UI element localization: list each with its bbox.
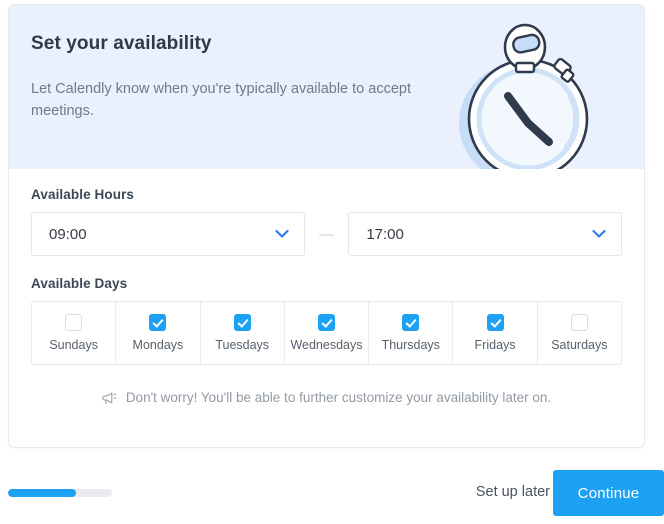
onboarding-progress-fill	[8, 489, 76, 497]
footer: Set up later Continue	[0, 462, 664, 524]
availability-onboarding-screen: Set your availability Let Calendly know …	[0, 0, 664, 524]
day-cell-tuesdays[interactable]: Tuesdays	[200, 302, 285, 364]
available-days-label: Available Days	[31, 276, 128, 291]
day-label-mondays: Mondays	[132, 338, 184, 353]
continue-button[interactable]: Continue	[553, 470, 664, 516]
page-title: Set your availability	[31, 33, 212, 54]
day-cell-thursdays[interactable]: Thursdays	[369, 302, 454, 364]
day-checkbox-wednesdays[interactable]	[317, 314, 335, 332]
chevron-down-icon	[592, 229, 606, 239]
available-hours-label: Available Hours	[31, 187, 135, 202]
available-hours-row: 09:00 — 17:00	[31, 212, 622, 256]
card-body: Available Hours 09:00 — 17:00 Available …	[9, 169, 644, 405]
header-text-block: Set your availability Let Calendly know …	[31, 33, 451, 122]
day-checkbox-thursdays[interactable]	[402, 314, 420, 332]
day-label-wednesdays: Wednesdays	[290, 338, 363, 353]
day-label-saturdays: Saturdays	[551, 338, 608, 353]
megaphone-icon	[102, 391, 117, 405]
day-cell-sundays[interactable]: Sundays	[32, 302, 117, 364]
day-checkbox-tuesdays[interactable]	[233, 314, 251, 332]
end-time-select[interactable]: 17:00	[348, 212, 622, 256]
day-cell-fridays[interactable]: Fridays	[453, 302, 538, 364]
onboarding-progress-bar	[8, 489, 112, 497]
availability-card: Set your availability Let Calendly know …	[8, 4, 645, 448]
available-days-row: Sundays Mondays Tuesdays Wednesdays Thur…	[31, 301, 622, 365]
card-header: Set your availability Let Calendly know …	[9, 5, 644, 169]
day-cell-mondays[interactable]: Mondays	[116, 302, 201, 364]
day-label-tuesdays: Tuesdays	[215, 338, 270, 353]
chevron-down-icon	[275, 229, 289, 239]
day-cell-wednesdays[interactable]: Wednesdays	[284, 302, 370, 364]
day-label-thursdays: Thursdays	[381, 338, 440, 353]
day-cell-saturdays[interactable]: Saturdays	[537, 302, 621, 364]
hint-text: Don't worry! You'll be able to further c…	[125, 390, 552, 405]
day-checkbox-mondays[interactable]	[149, 314, 167, 332]
time-range-separator: —	[319, 225, 334, 243]
stopwatch-illustration	[446, 19, 606, 169]
day-label-fridays: Fridays	[474, 338, 516, 353]
day-checkbox-saturdays[interactable]	[570, 314, 588, 332]
start-time-value: 09:00	[49, 225, 87, 243]
day-checkbox-sundays[interactable]	[65, 314, 83, 332]
hint-row: Don't worry! You'll be able to further c…	[31, 390, 622, 405]
day-label-sundays: Sundays	[49, 338, 98, 353]
start-time-select[interactable]: 09:00	[31, 212, 305, 256]
page-description: Let Calendly know when you're typically …	[31, 80, 411, 119]
end-time-value: 17:00	[366, 225, 404, 243]
setup-later-link[interactable]: Set up later	[476, 484, 550, 500]
day-checkbox-fridays[interactable]	[486, 314, 504, 332]
